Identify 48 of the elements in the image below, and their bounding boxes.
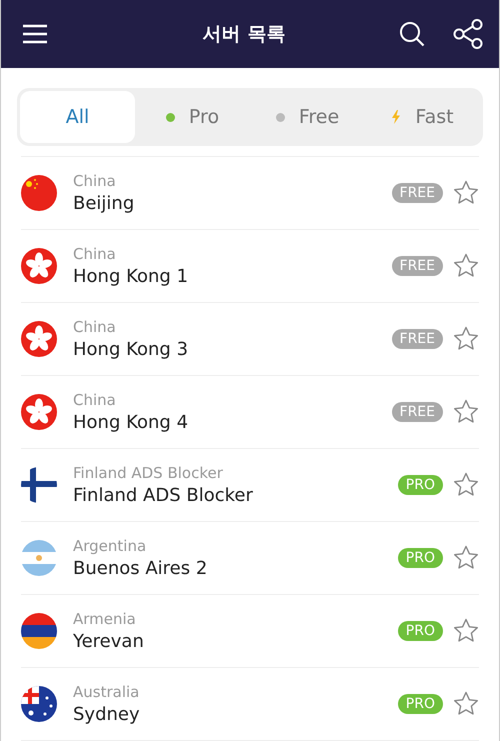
star-icon[interactable]	[453, 472, 479, 498]
server-row[interactable]: Argentina Buenos Aires 2 PRO	[21, 522, 479, 595]
tier-badge: FREE	[392, 402, 443, 422]
server-name: Yerevan	[73, 631, 145, 652]
server-row[interactable]: Finland ADS Blocker Finland ADS Blocker PRO	[21, 449, 479, 522]
country-name: Armenia	[73, 610, 137, 628]
tier-badge: PRO	[398, 621, 443, 641]
star-icon[interactable]	[453, 618, 479, 644]
star-icon[interactable]	[453, 253, 479, 279]
country-name: China	[73, 172, 117, 190]
country-name: Australia	[73, 683, 140, 701]
server-row[interactable]: Armenia Yerevan PRO	[21, 595, 479, 668]
screen-title: 서버 목록	[202, 22, 286, 47]
share-icon[interactable]	[453, 19, 483, 49]
server-name: Beijing	[73, 193, 136, 214]
tier-badge: PRO	[398, 475, 443, 495]
country-name: Finland ADS Blocker	[73, 464, 224, 482]
server-name: Hong Kong 3	[73, 339, 190, 360]
server-row[interactable]: China Hong Kong 4 FREE	[21, 376, 479, 449]
server-name: Hong Kong 1	[73, 266, 190, 287]
tier-badge: FREE	[392, 256, 443, 276]
filter-tab[interactable]: Fast	[365, 91, 480, 143]
star-icon[interactable]	[453, 399, 479, 425]
server-name: Finland ADS Blocker	[73, 485, 254, 506]
country-name: China	[73, 245, 117, 263]
server-row[interactable]: China Beijing FREE	[21, 157, 479, 230]
star-icon[interactable]	[453, 180, 479, 206]
country-name: China	[73, 391, 117, 409]
star-icon[interactable]	[453, 545, 479, 571]
tier-badge: PRO	[398, 548, 443, 568]
search-icon[interactable]	[399, 21, 425, 47]
filter-tab[interactable]: All	[20, 91, 135, 143]
tier-badge: FREE	[392, 183, 443, 203]
server-name: Buenos Aires 2	[73, 558, 208, 579]
server-row[interactable]: Australia Sydney PRO	[21, 668, 479, 741]
star-icon[interactable]	[453, 691, 479, 717]
filter-tab[interactable]: Free	[250, 91, 365, 143]
filter-tab[interactable]: Pro	[135, 91, 250, 143]
server-name: Hong Kong 4	[73, 412, 190, 433]
server-row[interactable]: China Hong Kong 3 FREE	[21, 303, 479, 376]
star-icon[interactable]	[453, 326, 479, 352]
tier-badge: FREE	[392, 329, 443, 349]
tier-badge: PRO	[398, 694, 443, 714]
server-row[interactable]: China Hong Kong 1 FREE	[21, 230, 479, 303]
menu-icon[interactable]	[23, 24, 47, 44]
country-name: Argentina	[73, 537, 148, 555]
server-name: Sydney	[73, 704, 141, 725]
country-name: China	[73, 318, 117, 336]
